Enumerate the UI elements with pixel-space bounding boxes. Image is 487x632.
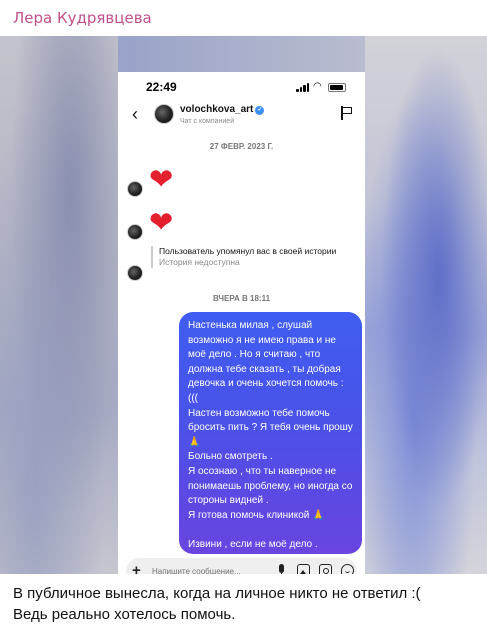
camera-icon[interactable] bbox=[319, 564, 332, 574]
battery-icon bbox=[328, 83, 346, 92]
caption-line: В публичное вынесла, когда на личное ник… bbox=[13, 585, 421, 602]
back-arrow-icon[interactable]: ‹ bbox=[132, 104, 138, 125]
date-divider: 27 ФЕВР. 2023 Г. bbox=[209, 142, 274, 151]
chat-username[interactable]: volochkova_art ✓ bbox=[180, 104, 265, 115]
verified-badge-icon: ✓ bbox=[255, 106, 265, 115]
microphone-icon[interactable] bbox=[275, 564, 288, 574]
blurred-background-right bbox=[365, 36, 487, 574]
instagram-dm-screenshot: 22:49 ◠ ‹ volochkova_art ✓ Чат с компание… bbox=[118, 72, 365, 574]
sender-name[interactable]: Лера Кудрявцева bbox=[13, 9, 152, 27]
flag-icon[interactable] bbox=[341, 106, 353, 120]
heart-icon: ❤ bbox=[149, 205, 174, 239]
post-caption: В публичное вынесла, когда на личное ник… bbox=[13, 583, 483, 625]
story-mention[interactable]: Пользователь упомянул вас в своей истори… bbox=[151, 246, 341, 268]
telegram-post: Лера Кудрявцева 22:49 ◠ ‹ volochkova_art… bbox=[0, 0, 487, 632]
caption-line: Ведь реально хотелось помочь. bbox=[13, 606, 236, 623]
heart-icon: ❤ bbox=[149, 162, 174, 196]
blurred-background-left bbox=[0, 36, 118, 574]
message-text: Я готова помочь клиникой 🙏 bbox=[188, 509, 325, 521]
message-input[interactable] bbox=[152, 566, 266, 574]
status-time: 22:49 bbox=[146, 80, 177, 94]
message-bubble[interactable]: Настенька милая , слушай возможно я не и… bbox=[179, 312, 362, 554]
chat-header: ‹ volochkova_art ✓ Чат с компанией bbox=[118, 102, 365, 132]
sender-avatar bbox=[127, 265, 143, 281]
message-text: Настенька милая , слушай возможно я не и… bbox=[188, 320, 344, 404]
post-image[interactable]: 22:49 ◠ ‹ volochkova_art ✓ Чат с компание… bbox=[0, 36, 487, 574]
gallery-icon[interactable] bbox=[297, 564, 310, 574]
story-mention-subtitle: История недоступна bbox=[159, 257, 240, 267]
sender-avatar bbox=[127, 181, 143, 197]
message-text: Извини , если не моё дело . bbox=[188, 538, 318, 550]
signal-icon bbox=[296, 83, 310, 92]
message-text: Я осознаю , что ты наверное не понимаешь… bbox=[188, 465, 356, 507]
date-divider: ВЧЕРА В 18:11 bbox=[212, 294, 271, 303]
sender-avatar bbox=[127, 224, 143, 240]
plus-icon[interactable]: + bbox=[132, 562, 150, 574]
wifi-icon: ◠ bbox=[313, 81, 322, 92]
story-mention-title: Пользователь упомянул вас в своей истори… bbox=[159, 246, 337, 256]
message-composer: + bbox=[126, 558, 357, 574]
avatar[interactable] bbox=[154, 104, 174, 124]
status-bar: 22:49 ◠ bbox=[118, 72, 365, 102]
message-text: Настен возможно тебе помочь бросить пить… bbox=[188, 407, 356, 448]
sticker-icon[interactable] bbox=[341, 564, 354, 574]
message-text: Больно смотреть . bbox=[188, 451, 273, 463]
chat-subtitle: Чат с компанией bbox=[180, 118, 235, 125]
